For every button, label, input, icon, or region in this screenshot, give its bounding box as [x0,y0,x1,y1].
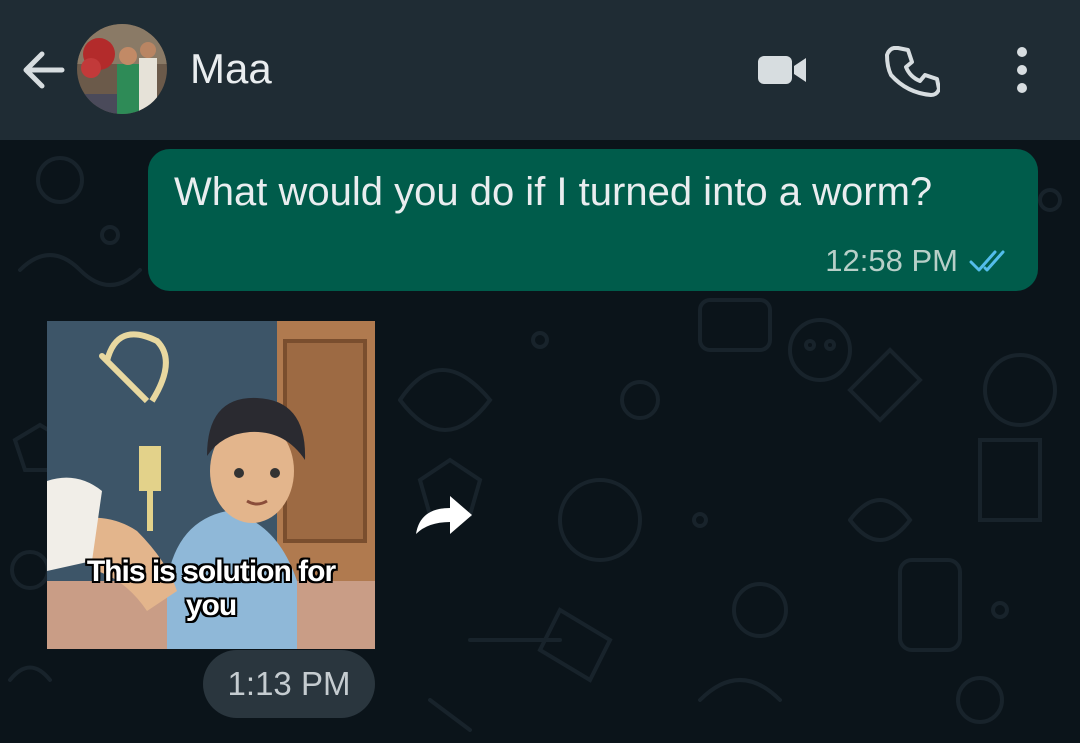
contact-avatar[interactable] [77,24,167,114]
contact-name[interactable]: Maa [190,44,272,94]
message-text: What would you do if I turned into a wor… [174,170,933,214]
more-vertical-icon [1017,47,1027,93]
outgoing-message[interactable]: What would you do if I turned into a wor… [148,149,1038,291]
message-time: 12:58 PM [825,243,958,278]
video-camera-icon [758,56,806,84]
forward-arrow-icon [416,496,472,534]
chat-header: Maa [0,0,1080,140]
image-message-time: 1:13 PM [203,650,375,718]
message-meta: 12:58 PM [825,241,1012,281]
avatar-photo [77,24,167,114]
meme-caption-line2: you [185,589,237,622]
forward-button[interactable] [412,490,476,540]
meme-caption-line1: This is solution for [86,555,336,588]
phone-icon [885,46,941,97]
video-call-button[interactable] [754,42,810,98]
back-button[interactable] [18,44,70,96]
double-check-read-icon [969,250,1005,272]
more-options-button[interactable] [994,42,1050,98]
arrow-left-icon [23,51,65,89]
voice-call-button[interactable] [884,42,941,98]
